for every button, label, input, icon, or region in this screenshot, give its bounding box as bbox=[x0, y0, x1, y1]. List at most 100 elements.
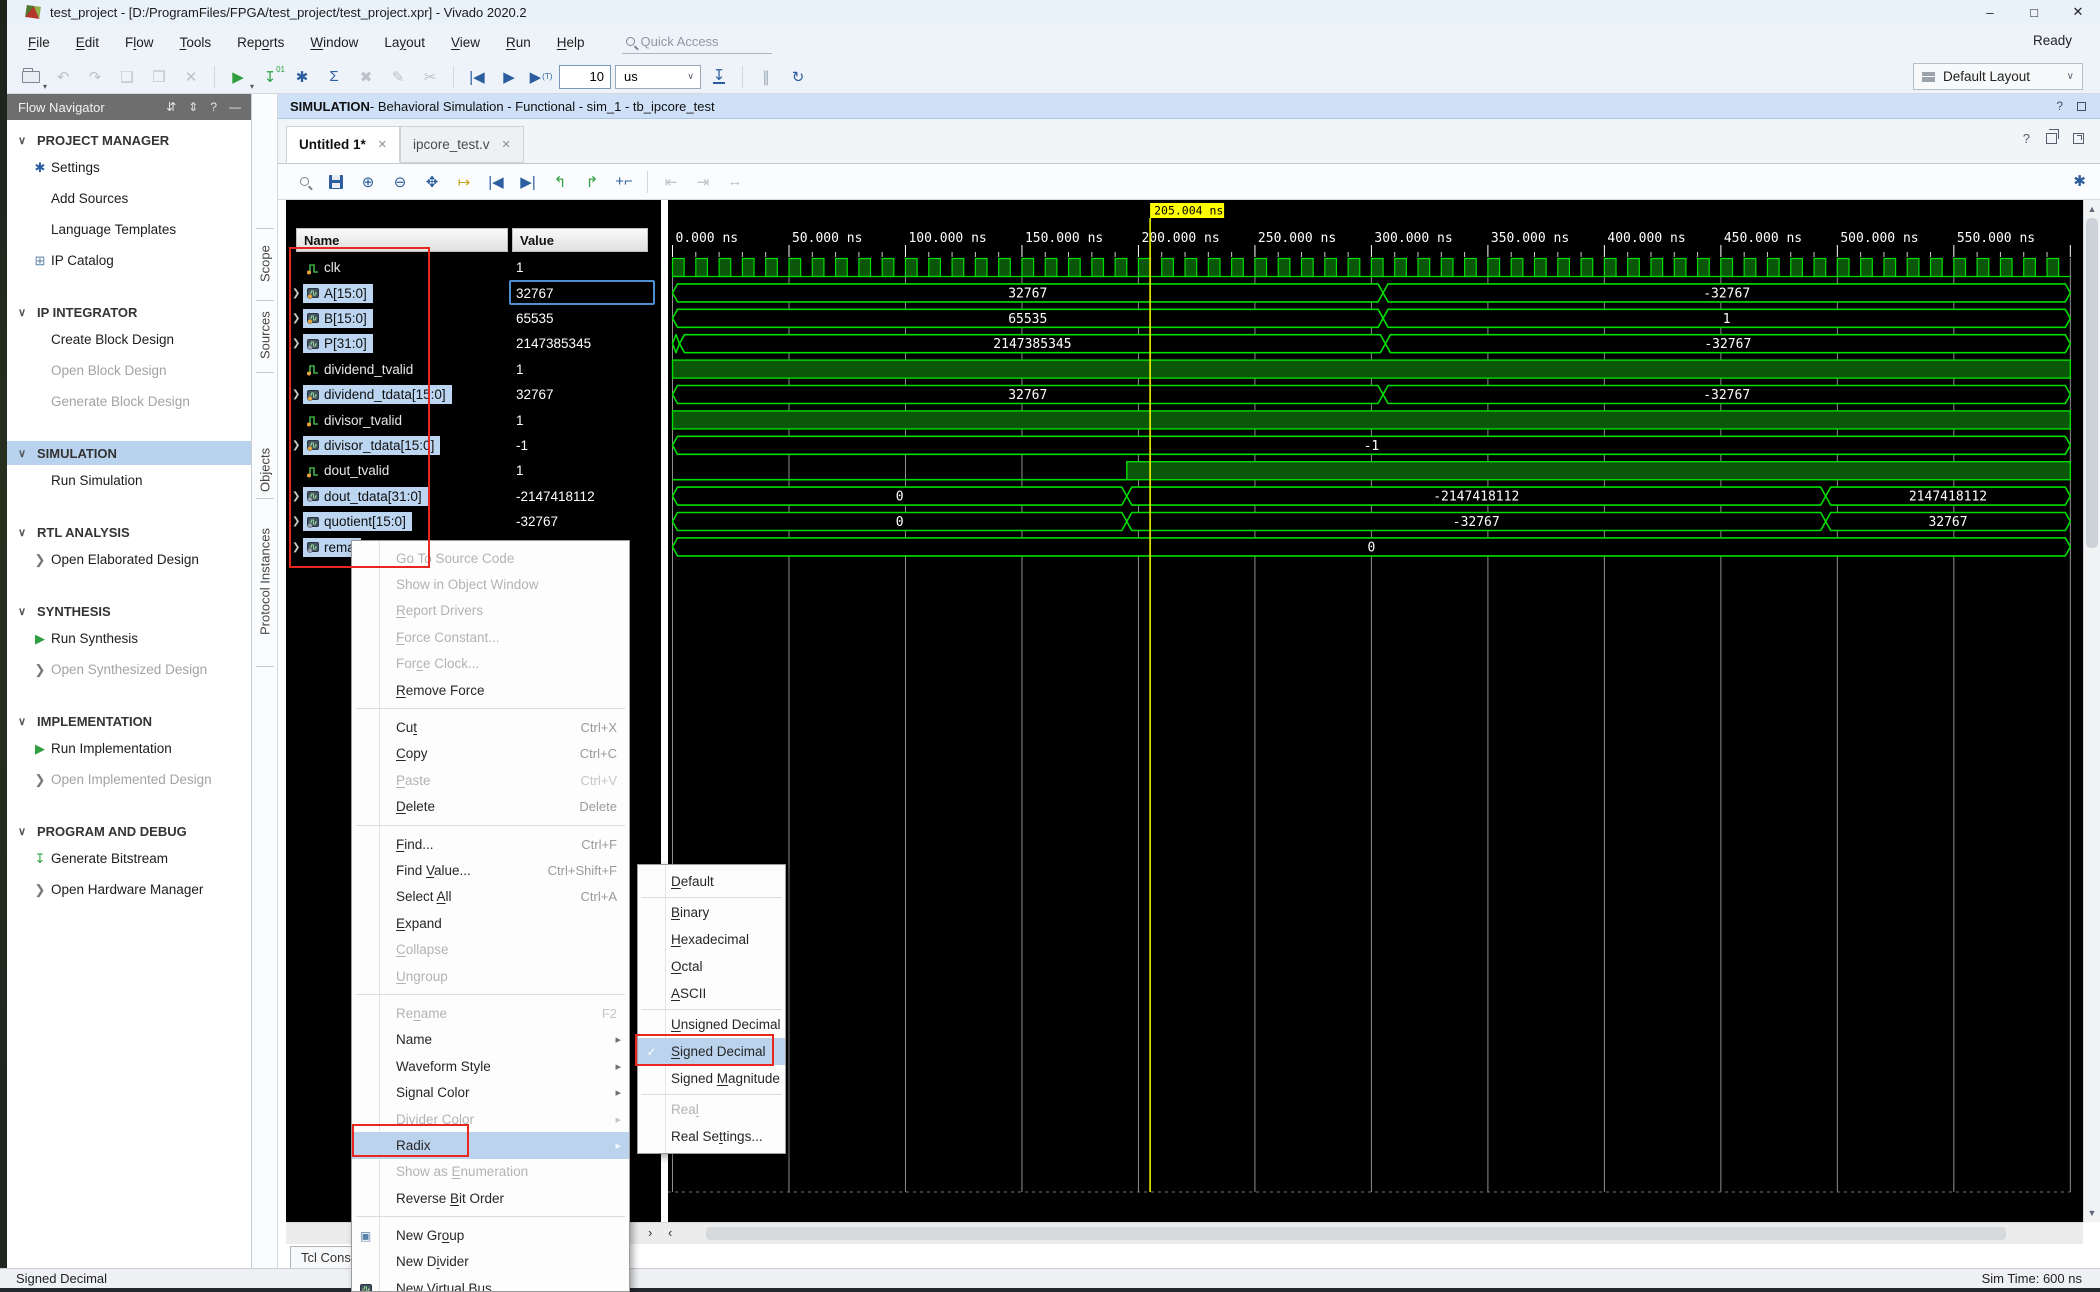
name-column-header[interactable]: Name bbox=[296, 228, 508, 252]
menu-item-new-group[interactable]: ▣New Group bbox=[352, 1222, 629, 1248]
zoom-to-cursor-icon[interactable]: ↦ bbox=[451, 169, 477, 195]
search-icon[interactable] bbox=[291, 169, 317, 195]
expand-arrow-icon[interactable]: ❯ bbox=[292, 542, 300, 553]
menu-item-radix[interactable]: Radix▸ bbox=[352, 1132, 629, 1158]
menu-window[interactable]: Window bbox=[297, 31, 371, 54]
menu-item-new-virtual-bus[interactable]: New Virtual Bus bbox=[352, 1275, 629, 1292]
quick-access-search[interactable]: Quick Access bbox=[622, 30, 772, 54]
layout-selector[interactable]: Default Layout ∨ bbox=[1913, 63, 2083, 90]
nav-header-simulation[interactable]: ∨SIMULATION bbox=[7, 441, 251, 465]
expand-all-icon[interactable]: ⇕ bbox=[188, 100, 198, 114]
help-icon[interactable]: ? bbox=[2056, 99, 2063, 113]
menu-item-real-settings[interactable]: Real Settings... bbox=[638, 1123, 785, 1150]
close-tab-icon[interactable]: ✕ bbox=[502, 138, 511, 151]
menu-file[interactable]: File bbox=[15, 31, 63, 54]
expand-arrow-icon[interactable]: ❯ bbox=[292, 491, 300, 502]
side-tab-sources[interactable]: Sources bbox=[252, 302, 278, 368]
menu-item-ascii[interactable]: ASCII bbox=[638, 980, 785, 1007]
nav-item-open-hardware-manager[interactable]: ❯Open Hardware Manager bbox=[7, 874, 251, 905]
waveform-settings-gear-icon[interactable]: ✱ bbox=[2073, 172, 2086, 190]
side-tab-scope[interactable]: Scope bbox=[252, 232, 278, 296]
open-file-icon[interactable]: ▾ bbox=[18, 64, 44, 90]
nav-header-ip-integrator[interactable]: ∨IP INTEGRATOR bbox=[7, 300, 251, 324]
pause-icon[interactable]: ∥ bbox=[753, 64, 779, 90]
menu-item-delete[interactable]: DeleteDelete bbox=[352, 794, 629, 820]
maximize-button[interactable]: □ bbox=[2012, 0, 2056, 24]
report-summary-icon[interactable]: Σ bbox=[321, 64, 347, 90]
nav-item-run-synthesis[interactable]: ▶Run Synthesis bbox=[7, 623, 251, 654]
nav-header-project-manager[interactable]: ∨PROJECT MANAGER bbox=[7, 128, 251, 152]
side-tab-objects[interactable]: Objects bbox=[252, 442, 278, 498]
zoom-in-icon[interactable]: ⊕ bbox=[355, 169, 381, 195]
scrollbar-thumb[interactable] bbox=[2086, 218, 2098, 548]
scroll-down-icon[interactable]: ▼ bbox=[2084, 1205, 2100, 1221]
signal-row-divisor-tdata-15-0[interactable]: ❯divisor_tdata[15:0]-1 bbox=[286, 433, 661, 458]
add-marker-icon[interactable]: +⌐ bbox=[611, 169, 637, 195]
next-transition-icon[interactable]: ▶| bbox=[515, 169, 541, 195]
side-tab-protocol-instances[interactable]: Protocol Instances bbox=[252, 502, 278, 662]
menu-item-find-value[interactable]: Find Value...Ctrl+Shift+F bbox=[352, 857, 629, 883]
nav-item-language-templates[interactable]: Language Templates bbox=[7, 214, 251, 245]
nav-header-synthesis[interactable]: ∨SYNTHESIS bbox=[7, 599, 251, 623]
signal-value[interactable]: 1 bbox=[516, 413, 524, 428]
signal-value[interactable]: -32767 bbox=[516, 514, 558, 529]
time-unit-select[interactable]: us∨ bbox=[615, 65, 701, 89]
menu-item-signed-decimal[interactable]: ✓Signed Decimal bbox=[638, 1038, 785, 1065]
signal-row-clk[interactable]: clk1 bbox=[286, 255, 661, 280]
minimize-button[interactable]: – bbox=[1968, 0, 2012, 24]
hscrollbar-thumb[interactable] bbox=[706, 1227, 2006, 1240]
menu-item-cut[interactable]: CutCtrl+X bbox=[352, 714, 629, 740]
expand-arrow-icon[interactable]: ❯ bbox=[292, 516, 300, 527]
pane-help-icon[interactable]: ? bbox=[2023, 131, 2030, 146]
waveform-canvas[interactable]: 0.000 ns50.000 ns100.000 ns150.000 ns200… bbox=[668, 200, 2083, 1222]
signal-row-dout-tdata-31-0[interactable]: ❯dout_tdata[31:0]-2147418112 bbox=[286, 484, 661, 509]
nav-item-open-elaborated-design[interactable]: ❯Open Elaborated Design bbox=[7, 544, 251, 575]
relaunch-simulation-icon[interactable]: ↻ bbox=[785, 64, 811, 90]
nav-header-rtl-analysis[interactable]: ∨RTL ANALYSIS bbox=[7, 520, 251, 544]
run-to-icon[interactable]: ↧ bbox=[706, 64, 732, 90]
signal-value[interactable]: 32767 bbox=[516, 286, 554, 301]
collapse-all-icon[interactable]: ⇵ bbox=[166, 100, 176, 114]
menu-reports[interactable]: Reports bbox=[224, 31, 297, 54]
signal-value[interactable]: -2147418112 bbox=[516, 489, 595, 504]
signal-value[interactable]: 32767 bbox=[516, 387, 554, 402]
signal-value[interactable]: 2147385345 bbox=[516, 336, 591, 351]
generate-step-icon[interactable]: ↧01 bbox=[257, 64, 283, 90]
menu-item-hexadecimal[interactable]: Hexadecimal bbox=[638, 926, 785, 953]
menu-item-reverse-bit-order[interactable]: Reverse Bit Order bbox=[352, 1185, 629, 1211]
menu-tools[interactable]: Tools bbox=[167, 31, 225, 54]
menu-item-waveform-style[interactable]: Waveform Style▸ bbox=[352, 1053, 629, 1079]
signal-value[interactable]: 65535 bbox=[516, 311, 554, 326]
nav-header-program-and-debug[interactable]: ∨PROGRAM AND DEBUG bbox=[7, 819, 251, 843]
maximize-pane-icon[interactable] bbox=[2073, 133, 2084, 144]
simulation-time-input[interactable] bbox=[559, 65, 611, 89]
menu-item-signal-color[interactable]: Signal Color▸ bbox=[352, 1079, 629, 1105]
nav-item-generate-bitstream[interactable]: ↧Generate Bitstream bbox=[7, 843, 251, 874]
menu-item-unsigned-decimal[interactable]: Unsigned Decimal bbox=[638, 1011, 785, 1038]
signal-row-dividend-tvalid[interactable]: dividend_tvalid1 bbox=[286, 357, 661, 382]
nav-item-create-block-design[interactable]: Create Block Design bbox=[7, 324, 251, 355]
signal-value[interactable]: 1 bbox=[516, 260, 524, 275]
restart-simulation-icon[interactable]: |◀ bbox=[464, 64, 490, 90]
tab-ipcore-test-v[interactable]: ipcore_test.v✕ bbox=[400, 126, 524, 163]
signal-row-a-15-0[interactable]: ❯A[15:0]32767 bbox=[286, 280, 661, 305]
expand-arrow-icon[interactable]: ❯ bbox=[292, 440, 300, 451]
tab-untitled-1[interactable]: Untitled 1*✕ bbox=[286, 126, 400, 163]
signal-row-dividend-tdata-15-0[interactable]: ❯dividend_tdata[15:0]32767 bbox=[286, 382, 661, 407]
signal-value[interactable]: -1 bbox=[516, 438, 528, 453]
zoom-fit-icon[interactable]: ✥ bbox=[419, 169, 445, 195]
menu-run[interactable]: Run bbox=[493, 31, 544, 54]
value-column-header[interactable]: Value bbox=[512, 228, 648, 252]
previous-transition-icon[interactable]: |◀ bbox=[483, 169, 509, 195]
menu-edit[interactable]: Edit bbox=[63, 31, 112, 54]
menu-item-find[interactable]: Find...Ctrl+F bbox=[352, 831, 629, 857]
help-icon[interactable]: ? bbox=[210, 100, 217, 114]
signal-row-b-15-0[interactable]: ❯B[15:0]65535 bbox=[286, 306, 661, 331]
close-tab-icon[interactable]: ✕ bbox=[378, 138, 387, 151]
signal-row-quotient-15-0[interactable]: ❯quotient[15:0]-32767 bbox=[286, 509, 661, 534]
menu-item-binary[interactable]: Binary bbox=[638, 899, 785, 926]
menu-item-signed-magnitude[interactable]: Signed Magnitude bbox=[638, 1065, 785, 1092]
signal-row-dout-tvalid[interactable]: dout_tvalid1 bbox=[286, 458, 661, 483]
close-button[interactable]: ✕ bbox=[2056, 0, 2100, 24]
scroll-up-icon[interactable]: ▲ bbox=[2084, 201, 2100, 217]
